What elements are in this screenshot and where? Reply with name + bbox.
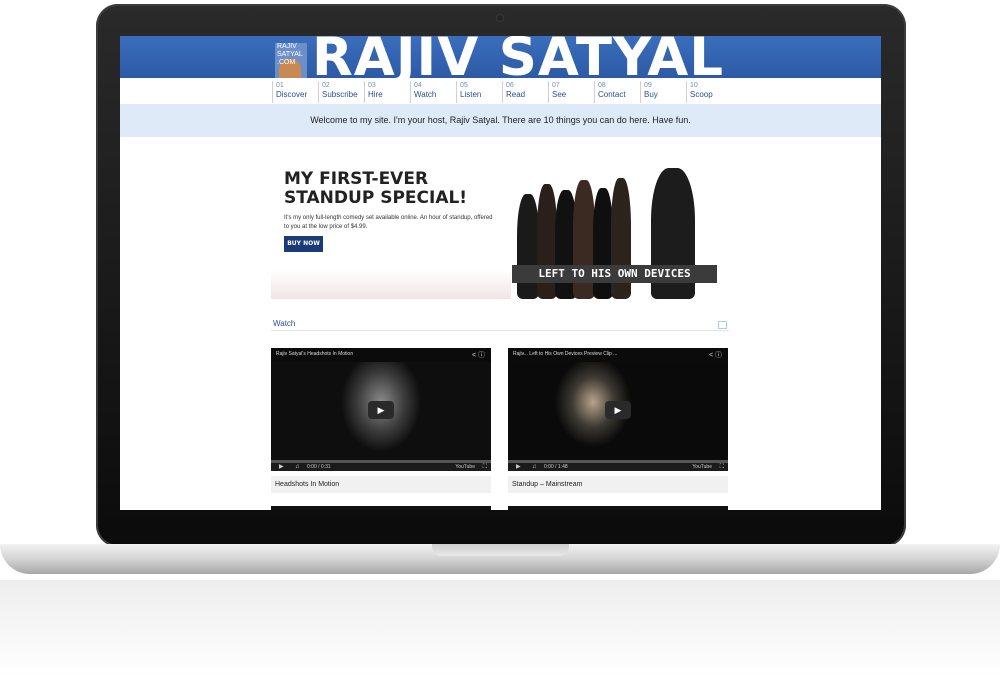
nav-item-see[interactable]: 07 See [548,81,594,103]
nav-item-discover[interactable]: 01 Discover [272,81,318,103]
video-header-icons: < ⓘ [709,350,722,360]
nav-num: 04 [414,82,422,89]
nav-label: Watch [414,90,437,99]
nav-item-contact[interactable]: 08 Contact [594,81,640,103]
youtube-logo[interactable]: YouTube [692,463,712,471]
nav-num: 02 [322,82,330,89]
play-icon[interactable]: ▶ [368,401,394,419]
webcam [496,14,504,22]
video-caption-2[interactable]: Standup – Mainstream [508,476,728,493]
nav-num: 07 [552,82,560,89]
cover-figure [517,194,539,299]
video-time: 0:00 / 0:31 [307,464,331,470]
promo-description: It's my only full-length comedy set avai… [284,215,493,230]
site-logo[interactable]: RAJIV SATYAL .COM [275,43,307,78]
nav-label: See [552,90,567,99]
video-player-2[interactable]: Rajiv... Left to His Own Devices Preview… [508,348,728,471]
video-title[interactable]: Rajiv... Left to His Own Devices Preview… [513,351,617,357]
video-controls: ▶ ♫ 0:00 / 1:48 YouTube ⛶ [508,463,728,471]
video-time: 0:00 / 1:48 [544,464,568,470]
promo-title: MY FIRST-EVER STANDUP SPECIAL! [284,169,468,208]
next-video-row [271,506,491,510]
nav-num: 06 [506,82,514,89]
site-brand[interactable]: RAJIV SATYAL [312,36,724,86]
buy-now-button[interactable]: BUY NOW [284,236,323,252]
nav-num: 08 [598,82,606,89]
video-controls: ▶ ♫ 0:00 / 0:31 YouTube ⛶ [271,463,491,471]
logo-line-2: SATYAL [277,51,303,58]
share-icon[interactable]: < [472,352,476,359]
youtube-logo[interactable]: YouTube [455,463,475,471]
browser-screen: RAJIV SATYAL .COM RAJIV SATYAL 01 Discov… [120,36,881,510]
nav-item-subscribe[interactable]: 02 Subscribe [318,81,364,103]
header-banner: RAJIV SATYAL .COM RAJIV SATYAL [120,36,881,86]
video-player-1[interactable]: Rajiv Satyal's Headshots In Motion < ⓘ ▶… [271,348,491,471]
share-icon[interactable]: < [709,352,713,359]
fullscreen-icon[interactable]: ⛶ [483,463,487,471]
nav-label: Contact [598,90,626,99]
volume-icon[interactable]: ♫ [532,463,537,471]
main-nav: 01 Discover 02 Subscribe 03 Hire 04 Watc… [272,81,732,103]
nav-label: Scoop [690,90,713,99]
fullscreen-icon[interactable]: ⛶ [720,463,724,471]
nav-item-listen[interactable]: 05 Listen [456,81,502,103]
logo-line-3: .COM [277,59,296,66]
play-icon[interactable]: ▶ [279,463,284,471]
nav-item-scoop[interactable]: 10 Scoop [686,81,732,103]
nav-num: 09 [644,82,652,89]
watch-heading[interactable]: Watch [273,319,295,328]
play-icon[interactable]: ▶ [516,463,521,471]
play-icon[interactable]: ▶ [605,401,631,419]
nav-label: Discover [276,90,308,99]
section-divider [271,330,729,331]
nav-num: 05 [460,82,468,89]
nav-num: 03 [368,82,376,89]
nav-label: Read [506,90,526,99]
video-title[interactable]: Rajiv Satyal's Headshots In Motion [276,351,353,357]
promo-section: MY FIRST-EVER STANDUP SPECIAL! It's my o… [271,152,729,299]
nav-label: Listen [460,90,482,99]
special-cover-image[interactable]: LEFT TO HIS OWN DEVICES [511,158,729,299]
info-icon[interactable]: ⓘ [478,352,485,359]
nav-label: Hire [368,90,383,99]
rss-icon[interactable] [718,321,727,329]
video-header-icons: < ⓘ [472,350,485,360]
laptop-reflection [0,580,1000,677]
logo-line-1: RAJIV [277,43,297,50]
nav-label: Subscribe [322,90,358,99]
welcome-banner: Welcome to my site. I'm your host, Rajiv… [120,104,881,137]
laptop-notch [432,544,569,556]
nav-num: 01 [276,82,284,89]
volume-icon[interactable]: ♫ [295,463,300,471]
video-caption-1[interactable]: Headshots In Motion [271,476,491,493]
nav-item-read[interactable]: 06 Read [502,81,548,103]
next-video-row [508,506,728,510]
nav-num: 10 [690,82,698,89]
info-icon[interactable]: ⓘ [715,352,722,359]
nav-item-hire[interactable]: 03 Hire [364,81,410,103]
nav-item-watch[interactable]: 04 Watch [410,81,456,103]
nav-item-buy[interactable]: 09 Buy [640,81,686,103]
nav-label: Buy [644,90,658,99]
cover-title: LEFT TO HIS OWN DEVICES [512,265,717,283]
